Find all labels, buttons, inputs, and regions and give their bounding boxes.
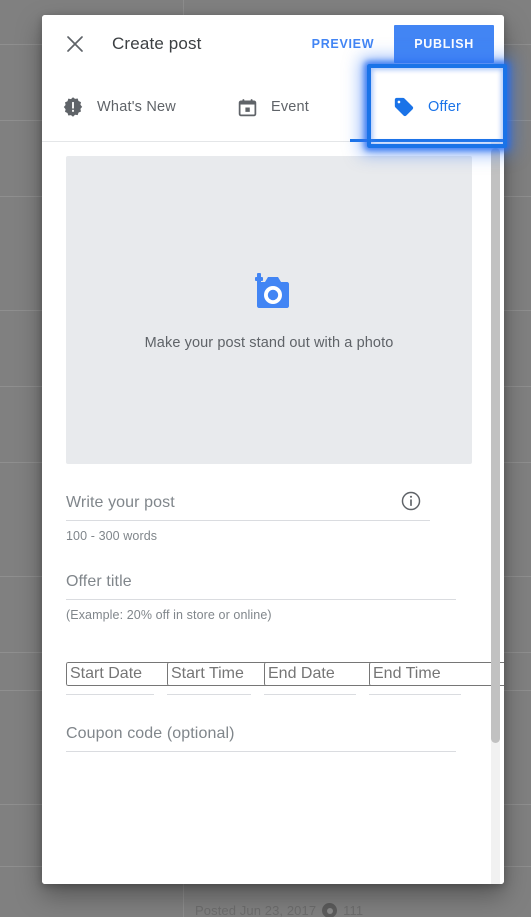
add-photo-camera-icon (241, 269, 297, 322)
start-date-field (66, 662, 281, 695)
close-icon (67, 36, 83, 52)
tab-label-event: Event (270, 99, 310, 115)
vertical-scrollbar-thumb[interactable] (491, 148, 500, 743)
info-icon[interactable] (400, 490, 422, 517)
views-count: 111 (343, 903, 364, 917)
dialog-header: Create post PREVIEW PUBLISH (42, 15, 504, 73)
bottom-spacer (66, 752, 482, 822)
post-body-field: 100 - 300 words (66, 491, 430, 543)
end-time-input[interactable] (369, 662, 504, 686)
coupon-code-field (66, 725, 456, 752)
end-date-field (264, 662, 479, 695)
eye-icon (322, 903, 338, 917)
create-post-dialog: Create post PREVIEW PUBLISH What's New E… (42, 15, 504, 884)
tab-label-offer: Offer (428, 99, 461, 115)
start-time-field (167, 662, 382, 695)
offer-title-input[interactable] (66, 573, 456, 591)
post-body-input[interactable] (66, 494, 430, 512)
dialog-scroll-area: Make your post stand out with a photo 10… (42, 142, 504, 884)
posted-date-label: Posted Jun 23, 2017 (195, 903, 317, 917)
form-content: Make your post stand out with a photo 10… (42, 142, 504, 822)
whats-new-badge-icon (62, 96, 84, 118)
calendar-icon (237, 97, 258, 118)
background-post-meta: Posted Jun 23, 2017 111 (195, 903, 363, 917)
tab-whats-new[interactable]: What's New (42, 73, 196, 141)
offer-schedule-row (66, 662, 504, 695)
photo-dropzone-caption: Make your post stand out with a photo (144, 335, 394, 351)
tab-offer[interactable]: Offer (350, 73, 504, 142)
page-title: Create post (112, 34, 202, 53)
post-type-tabs: What's New Event Offer (42, 73, 504, 142)
offer-title-field: (Example: 20% off in store or online) (66, 573, 456, 622)
preview-button[interactable]: PREVIEW (306, 29, 381, 59)
publish-button[interactable]: PUBLISH (394, 25, 494, 63)
post-body-helper: 100 - 300 words (66, 529, 158, 543)
coupon-code-input[interactable] (66, 725, 456, 743)
offer-title-helper: (Example: 20% off in store or online) (66, 608, 272, 622)
photo-upload-dropzone[interactable]: Make your post stand out with a photo (66, 156, 472, 464)
end-time-field (369, 662, 504, 695)
tab-event[interactable]: Event (196, 73, 350, 141)
tag-icon (393, 96, 415, 118)
close-button[interactable] (60, 29, 90, 59)
tab-label-whats-new: What's New (97, 99, 176, 115)
